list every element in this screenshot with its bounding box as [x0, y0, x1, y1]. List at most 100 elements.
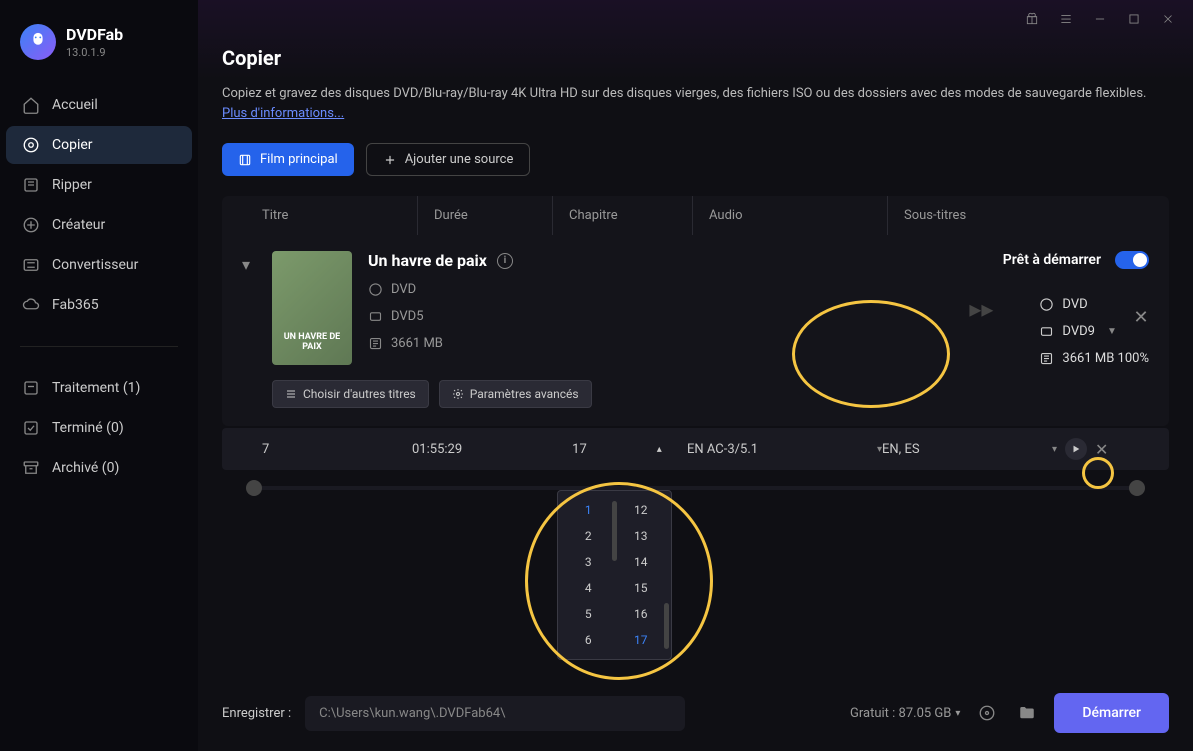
preview-play-button[interactable] — [1065, 438, 1087, 460]
enable-toggle[interactable] — [1115, 251, 1149, 269]
chapter-option[interactable]: 6 — [562, 627, 615, 653]
input-type: DVD — [391, 282, 416, 297]
remove-source-icon[interactable]: ✕ — [1133, 310, 1149, 326]
logo-area: DVDFab 13.0.1.9 — [0, 0, 198, 76]
table-header: Titre Durée Chapitre Audio Sous-titres — [222, 196, 1169, 235]
source-card: ▾ UN HAVRE DE PAIX Un havre de paix i DV… — [222, 235, 1169, 426]
poster-label: UN HAVRE DE PAIX — [278, 333, 346, 353]
status-text: Prêt à démarrer — [1003, 252, 1101, 268]
sidebar-item-archive[interactable]: Archivé (0) — [6, 449, 192, 487]
nav-queue: Traitement (1) Terminé (0) Archivé (0) — [0, 359, 198, 497]
gear-icon — [452, 388, 464, 400]
app-name: DVDFab — [66, 25, 123, 44]
sidebar-item-copier[interactable]: Copier — [6, 126, 192, 164]
subtitle-dropdown-trigger[interactable]: EN, ES ▾ — [882, 442, 1057, 457]
remove-row-icon[interactable]: ✕ — [1095, 440, 1108, 459]
collapse-icon[interactable]: ▾ — [242, 255, 256, 269]
chapter-option[interactable]: 17 — [615, 627, 668, 653]
track-handle-end[interactable] — [1129, 480, 1145, 496]
sidebar-item-accueil[interactable]: Accueil — [6, 86, 192, 124]
bottom-bar: Enregistrer : C:\Users\kun.wang\.DVDFab6… — [198, 675, 1193, 751]
more-info-link[interactable]: Plus d'informations... — [222, 106, 344, 121]
start-button[interactable]: Démarrer — [1054, 693, 1169, 733]
converter-icon — [22, 256, 40, 274]
close-icon[interactable] — [1161, 12, 1175, 26]
th-chapitre: Chapitre — [552, 196, 692, 235]
output-type: DVD — [1062, 297, 1087, 312]
menu-icon[interactable] — [1059, 12, 1073, 26]
chapter-option[interactable]: 3 — [562, 549, 615, 575]
done-icon — [22, 419, 40, 437]
chapter-option[interactable]: 15 — [615, 575, 668, 601]
sidebar-item-label: Archivé (0) — [52, 460, 119, 476]
cloud-icon — [22, 296, 40, 314]
input-disc: DVD5 — [391, 309, 424, 324]
adv-settings-button[interactable]: Paramètres avancés — [439, 380, 592, 408]
chapter-option[interactable]: 5 — [562, 601, 615, 627]
chapter-option[interactable]: 2 — [562, 523, 615, 549]
sidebar-item-label: Traitement (1) — [52, 380, 140, 396]
sidebar-item-label: Copier — [52, 137, 93, 153]
scrollbar-thumb[interactable] — [664, 603, 669, 649]
free-space-value: Gratuit : 87.05 GB — [850, 706, 951, 721]
iso-output-icon[interactable] — [974, 700, 1000, 726]
th-sous: Sous-titres — [887, 196, 1082, 235]
chapter-option[interactable]: 1 — [562, 497, 615, 523]
content: Copier Copiez et gravez des disques DVD/… — [198, 38, 1193, 675]
status-area: Prêt à démarrer — [1003, 251, 1149, 269]
sidebar-item-createur[interactable]: Créateur — [6, 206, 192, 244]
ripper-icon — [22, 176, 40, 194]
nav-separator — [20, 346, 178, 347]
row-duree-cell: 01:55:29 — [412, 442, 547, 457]
sidebar-item-traitement[interactable]: Traitement (1) — [6, 369, 192, 407]
folder-output-icon[interactable] — [1014, 700, 1040, 726]
adv-settings-label: Paramètres avancés — [470, 387, 579, 401]
size-icon — [368, 336, 383, 351]
app-version: 13.0.1.9 — [66, 46, 123, 59]
chapter-option[interactable]: 13 — [615, 523, 668, 549]
add-source-button[interactable]: Ajouter une source — [366, 143, 531, 176]
sidebar-item-termine[interactable]: Terminé (0) — [6, 409, 192, 447]
progress-track[interactable] — [246, 486, 1145, 490]
sidebar-item-ripper[interactable]: Ripper — [6, 166, 192, 204]
chapter-option[interactable]: 12 — [615, 497, 668, 523]
audio-dropdown-trigger[interactable]: EN AC-3/5.1 ▾ — [687, 442, 882, 457]
movie-title: Un havre de paix — [368, 251, 487, 270]
home-icon — [22, 96, 40, 114]
page-description: Copiez et gravez des disques DVD/Blu-ray… — [222, 84, 1169, 123]
row-titre-cell: 7 — [242, 442, 412, 457]
main-area: Copier Copiez et gravez des disques DVD/… — [198, 0, 1193, 751]
maximize-icon[interactable] — [1127, 12, 1141, 26]
title-detail-row: 7 01:55:29 17 ▴ EN AC-3/5.1 ▾ EN, ES ▾ ✕ — [222, 428, 1169, 470]
disc-icon — [22, 136, 40, 154]
sidebar-item-label: Ripper — [52, 177, 92, 193]
sidebar-item-label: Fab365 — [52, 297, 99, 313]
chapter-option[interactable]: 14 — [615, 549, 668, 575]
other-titles-button[interactable]: Choisir d'autres titres — [272, 380, 429, 408]
save-path-input[interactable]: C:\Users\kun.wang\.DVDFab64\ — [305, 696, 685, 731]
processing-icon — [22, 379, 40, 397]
list-icon — [285, 388, 297, 400]
action-row: Film principal Ajouter une source — [222, 143, 1169, 176]
nav-main: Accueil Copier Ripper Créateur Convertis… — [0, 76, 198, 334]
track-handle-start[interactable] — [246, 480, 262, 496]
gift-icon[interactable] — [1025, 12, 1039, 26]
mode-button[interactable]: Film principal — [222, 143, 354, 176]
sidebar-item-convertisseur[interactable]: Convertisseur — [6, 246, 192, 284]
iso-out-icon — [1039, 297, 1054, 312]
chapter-option[interactable]: 16 — [615, 601, 668, 627]
app-logo-icon — [20, 24, 56, 60]
row-titre-value: 7 — [262, 442, 269, 457]
add-source-label: Ajouter une source — [405, 152, 514, 167]
th-titre: Titre — [222, 196, 417, 235]
info-icon[interactable]: i — [497, 253, 513, 269]
other-titles-label: Choisir d'autres titres — [303, 387, 416, 401]
sidebar-item-fab365[interactable]: Fab365 — [6, 286, 192, 324]
caret-down-icon: ▾ — [1052, 444, 1057, 455]
chapter-dropdown-trigger[interactable]: 17 ▴ — [547, 442, 687, 457]
caret-down-icon[interactable]: ▾ — [955, 708, 960, 719]
minimize-icon[interactable] — [1093, 12, 1107, 26]
chapter-option[interactable]: 4 — [562, 575, 615, 601]
row-audio-value: EN AC-3/5.1 — [687, 442, 758, 457]
sidebar-item-label: Terminé (0) — [52, 420, 124, 436]
